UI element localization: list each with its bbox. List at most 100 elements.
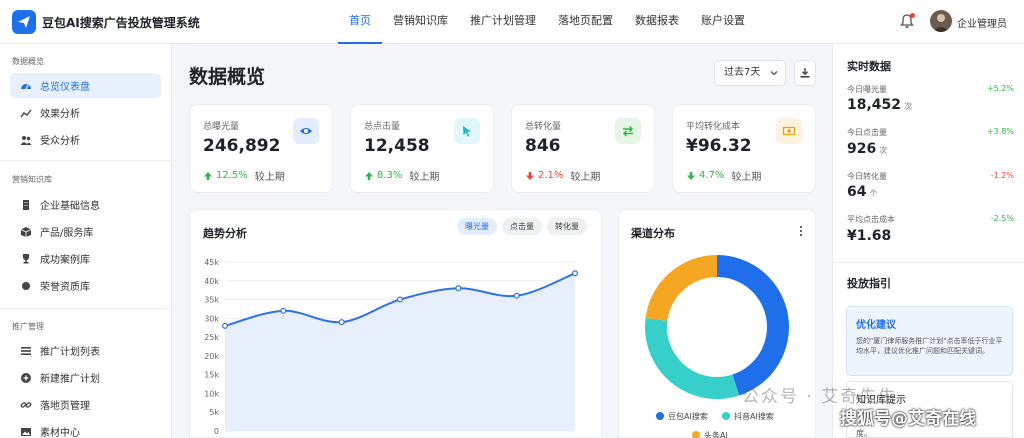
y-tick-label: 45k bbox=[204, 258, 219, 267]
main-nav: 首页 营销知识库 推广计划管理 落地页配置 数据报表 账户设置 bbox=[338, 0, 756, 44]
sidebar-item-label: 企业基础信息 bbox=[40, 201, 100, 212]
nav-reports[interactable]: 数据报表 bbox=[624, 0, 690, 44]
nav-campaigns[interactable]: 推广计划管理 bbox=[459, 0, 547, 44]
avatar[interactable] bbox=[930, 10, 952, 32]
sidebar-item-label: 产品/服务库 bbox=[40, 228, 94, 239]
kpi-change: 4.7% bbox=[699, 170, 725, 181]
sidebar: 数据概览 总览仪表盘 效果分析 受众分析 营销知识库 企业基础信息 产品/服务库… bbox=[0, 44, 172, 438]
trend-point bbox=[455, 285, 462, 292]
sidebar-item-dashboard[interactable]: 总览仪表盘 bbox=[10, 73, 161, 98]
legend-label: 头条AI bbox=[704, 430, 728, 438]
rt-label: 平均点击成本 bbox=[847, 215, 895, 224]
page-title: 数据概览 bbox=[189, 66, 266, 88]
notification-dot bbox=[910, 13, 915, 18]
date-range-select[interactable]: 过去7天 bbox=[714, 60, 786, 86]
sidebar-item-cases[interactable]: 成功案例库 bbox=[10, 246, 161, 271]
sidebar-section-title: 数据概览 bbox=[12, 57, 44, 66]
nav-account[interactable]: 账户设置 bbox=[690, 0, 756, 44]
kpi-compare: 较上期 bbox=[409, 172, 440, 183]
arrow-down-icon bbox=[687, 171, 695, 180]
y-tick-label: 0 bbox=[214, 427, 219, 436]
kpi-card-avg-cost: 平均转化成本 ¥96.32 4.7% 较上期 bbox=[672, 104, 816, 193]
donut-slice bbox=[645, 317, 740, 399]
legend-swatch bbox=[656, 412, 664, 420]
sidebar-item-label: 新建推广计划 bbox=[40, 374, 100, 385]
kpi-compare: 较上期 bbox=[731, 172, 762, 183]
tab-conversions[interactable]: 转化量 bbox=[547, 218, 587, 235]
trend-chart: 0 5k 10k 15k 20k 25k 30k 35k 40k 45k bbox=[204, 258, 579, 436]
kpi-value: 12,458 bbox=[364, 136, 430, 156]
channel-title: 渠道分布 bbox=[631, 227, 675, 240]
sidebar-item-products[interactable]: 产品/服务库 bbox=[10, 219, 161, 244]
legend-label: 豆包AI搜索 bbox=[668, 411, 708, 421]
box-icon bbox=[20, 226, 32, 238]
link-icon bbox=[20, 399, 32, 411]
arrow-down-icon bbox=[526, 171, 534, 180]
trend-point bbox=[397, 296, 404, 303]
building-icon bbox=[20, 199, 32, 211]
sidebar-item-plan-list[interactable]: 推广计划列表 bbox=[10, 338, 161, 363]
kpi-label: 总转化量 bbox=[525, 122, 562, 132]
legend-swatch bbox=[692, 431, 700, 438]
trophy-icon bbox=[20, 253, 32, 265]
sidebar-item-company-info[interactable]: 企业基础信息 bbox=[10, 192, 161, 217]
app-title: 豆包AI搜索广告投放管理系统 bbox=[42, 16, 200, 30]
sidebar-item-label: 总览仪表盘 bbox=[40, 82, 90, 93]
rt-change: -1.2% bbox=[990, 171, 1014, 180]
notification-bell-icon[interactable] bbox=[898, 12, 916, 30]
advice-card[interactable]: 优化建议 您的"厦门律师服务推广计划"点击率低于行业平均水平，建议优化推广问题和… bbox=[846, 306, 1013, 376]
more-options-icon[interactable] bbox=[796, 224, 806, 238]
sidebar-divider bbox=[0, 308, 172, 309]
trend-point bbox=[221, 322, 228, 329]
rt-value: 926 bbox=[847, 141, 877, 157]
sidebar-item-effect[interactable]: 效果分析 bbox=[10, 100, 161, 125]
kpi-change: 2.1% bbox=[538, 170, 564, 181]
sidebar-section-title: 推广管理 bbox=[12, 322, 44, 331]
arrow-up-icon bbox=[365, 171, 373, 180]
medal-icon bbox=[20, 280, 32, 292]
tab-clicks[interactable]: 点击量 bbox=[502, 218, 542, 235]
users-icon bbox=[20, 134, 32, 146]
app-logo[interactable] bbox=[12, 10, 36, 34]
rt-value: ¥1.68 bbox=[847, 228, 892, 244]
realtime-panel: 实时数据 今日曝光量 +5.2% 18,452 次 今日点击量 +3.8% 926… bbox=[832, 44, 1024, 438]
sidebar-item-new-plan[interactable]: 新建推广计划 bbox=[10, 365, 161, 390]
sidebar-item-label: 推广计划列表 bbox=[40, 347, 100, 358]
trend-title: 趋势分析 bbox=[203, 227, 247, 240]
channel-donut-chart: 豆包AI搜索 抖音AI搜索头条AI bbox=[645, 255, 789, 438]
kpi-value: 246,892 bbox=[203, 136, 281, 156]
sidebar-item-audience[interactable]: 受众分析 bbox=[10, 127, 161, 152]
nav-landing[interactable]: 落地页配置 bbox=[547, 0, 624, 44]
list-icon bbox=[20, 345, 32, 357]
sidebar-divider bbox=[0, 160, 172, 161]
donut-slice bbox=[645, 255, 717, 321]
rt-value: 18,452 bbox=[847, 97, 902, 113]
kpi-compare: 较上期 bbox=[254, 172, 285, 183]
sidebar-item-materials[interactable]: 素材中心 bbox=[10, 419, 161, 438]
sidebar-item-landing-pages[interactable]: 落地页管理 bbox=[10, 392, 161, 417]
kpi-label: 总曝光量 bbox=[203, 122, 240, 132]
kpi-label: 平均转化成本 bbox=[686, 122, 741, 132]
sidebar-item-label: 落地页管理 bbox=[40, 401, 90, 412]
chevron-down-icon bbox=[770, 71, 778, 76]
kpi-change: 8.3% bbox=[377, 170, 403, 181]
kpi-trend: 12.5% 较上期 bbox=[203, 168, 285, 183]
nav-knowledge[interactable]: 营销知识库 bbox=[382, 0, 459, 44]
rt-label: 今日曝光量 bbox=[847, 85, 887, 94]
tab-impressions[interactable]: 曝光量 bbox=[457, 218, 497, 235]
y-tick-label: 10k bbox=[204, 389, 219, 398]
download-button[interactable] bbox=[794, 60, 816, 86]
trend-point bbox=[513, 292, 520, 299]
rt-unit: 次 bbox=[904, 102, 913, 111]
user-name[interactable]: 企业管理员 bbox=[957, 15, 1007, 30]
nav-home[interactable]: 首页 bbox=[338, 0, 382, 44]
sidebar-section-title: 营销知识库 bbox=[12, 175, 52, 184]
sidebar-item-honors[interactable]: 荣誉资质库 bbox=[10, 273, 161, 298]
watermark-sohu: 搜狐号@艾奇在线 bbox=[840, 409, 976, 429]
sidebar-item-label: 荣誉资质库 bbox=[40, 282, 90, 293]
arrow-up-icon bbox=[204, 171, 212, 180]
rt-change: -2.5% bbox=[990, 214, 1014, 223]
y-tick-label: 5k bbox=[209, 408, 219, 417]
y-tick-label: 15k bbox=[204, 371, 219, 380]
guide-title: 投放指引 bbox=[847, 277, 891, 290]
